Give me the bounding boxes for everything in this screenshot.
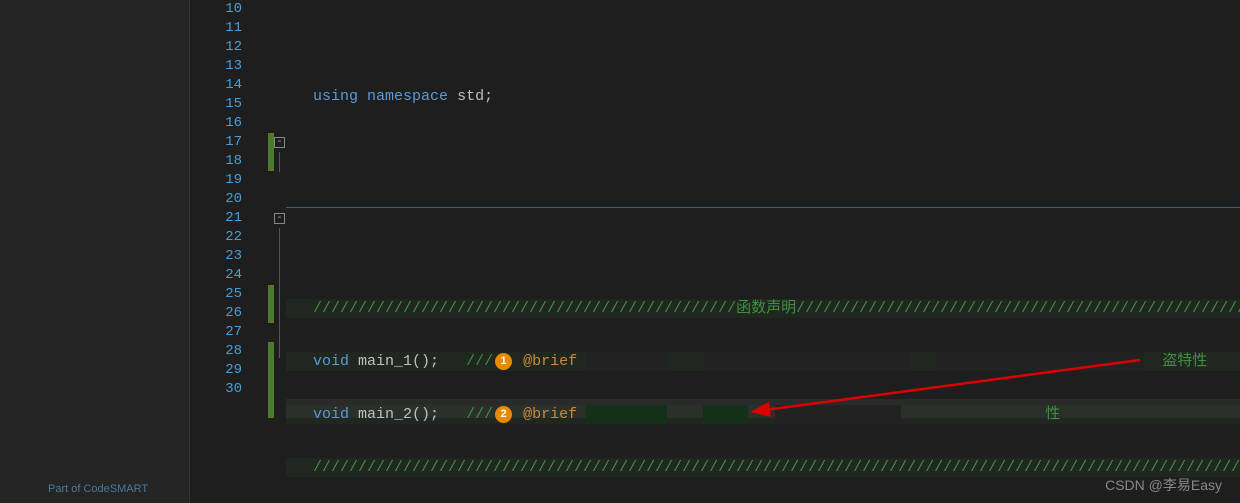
redacted-text: xxxxxxxxxxxxxxxxxxxxxxx bbox=[937, 352, 1144, 371]
sidebar-panel: Part of CodeSMART bbox=[0, 0, 190, 503]
redacted-text: xxxxxxxxx bbox=[586, 352, 667, 371]
line-number: 30 bbox=[190, 380, 252, 399]
fold-guide bbox=[279, 152, 280, 172]
comment-label: 函数声明 bbox=[736, 300, 796, 317]
code-line[interactable]: void main_1(); ///1 @brief xxxxxxxxx xxx… bbox=[286, 352, 1240, 371]
code-line[interactable] bbox=[286, 34, 1240, 53]
comment: /// bbox=[466, 406, 493, 423]
comment-trail: 盗特性 bbox=[1162, 353, 1207, 370]
line-gutter: 10 11 12 13 14 15 16 17 18 19 20 21 22 2… bbox=[190, 0, 252, 503]
fold-toggle-icon[interactable]: - bbox=[274, 213, 285, 224]
code-line[interactable]: ////////////////////////////////////////… bbox=[286, 299, 1240, 318]
keyword: using bbox=[313, 88, 358, 105]
redacted-text: xxxxxxxxxxxxxxxxxxxxxxx bbox=[703, 352, 910, 371]
comment: ////////////////////////////////////////… bbox=[313, 300, 736, 317]
redacted-text: xxxxxxxxx bbox=[586, 405, 667, 424]
line-number: 28 bbox=[190, 342, 252, 361]
line-number: 26 bbox=[190, 304, 252, 323]
line-number: 27 bbox=[190, 323, 252, 342]
comment-trail: 性 bbox=[1045, 406, 1060, 423]
line-number: 10 bbox=[190, 0, 252, 19]
line-number: 23 bbox=[190, 247, 252, 266]
code-line[interactable]: ////////////////////////////////////////… bbox=[286, 458, 1240, 477]
line-number: 12 bbox=[190, 38, 252, 57]
line-number: 25 bbox=[190, 285, 252, 304]
line-number: 20 bbox=[190, 190, 252, 209]
sidebar-footer-label: Part of CodeSMART bbox=[48, 483, 148, 495]
doc-tag: @brief bbox=[523, 406, 577, 423]
comment: ////////////////////////////////////////… bbox=[796, 300, 1240, 317]
line-number: 21 bbox=[190, 209, 252, 228]
line-number: 11 bbox=[190, 19, 252, 38]
code-line[interactable] bbox=[286, 193, 1240, 212]
fold-guide bbox=[279, 228, 280, 358]
comment: /// bbox=[466, 353, 493, 370]
function-decl: main_2(); bbox=[358, 406, 439, 423]
function-decl: main_1(); bbox=[358, 353, 439, 370]
code-line[interactable]: void main_2(); ///2 @brief xxxxxxxxx xxx… bbox=[286, 405, 1240, 424]
keyword: void bbox=[313, 353, 349, 370]
comment: ////////////////////////////////////////… bbox=[313, 459, 1240, 476]
line-number: 15 bbox=[190, 95, 252, 114]
fold-column: - - bbox=[252, 0, 286, 503]
doc-tag: @brief bbox=[523, 353, 577, 370]
code-editor[interactable]: 10 11 12 13 14 15 16 17 18 19 20 21 22 2… bbox=[190, 0, 1240, 503]
line-number: 13 bbox=[190, 57, 252, 76]
code-line[interactable] bbox=[286, 140, 1240, 159]
line-number: 16 bbox=[190, 114, 252, 133]
code-area[interactable]: using namespace std; ///////////////////… bbox=[286, 0, 1240, 503]
line-number: 24 bbox=[190, 266, 252, 285]
code-line[interactable] bbox=[286, 246, 1240, 265]
redacted-text: xxxxx bbox=[703, 405, 748, 424]
line-number: 14 bbox=[190, 76, 252, 95]
badge-number: 1 bbox=[495, 353, 512, 370]
watermark-label: CSDN @李易Easy bbox=[1105, 475, 1222, 495]
line-number: 22 bbox=[190, 228, 252, 247]
keyword: namespace bbox=[367, 88, 448, 105]
line-number: 18 bbox=[190, 152, 252, 171]
line-number: 19 bbox=[190, 171, 252, 190]
badge-number: 2 bbox=[495, 406, 512, 423]
redacted-text: xxxxxxxxxxxxxx bbox=[775, 405, 901, 424]
line-number: 17 bbox=[190, 133, 252, 152]
keyword: void bbox=[313, 406, 349, 423]
code-line[interactable]: using namespace std; bbox=[286, 87, 1240, 106]
identifier: std; bbox=[457, 88, 493, 105]
fold-toggle-icon[interactable]: - bbox=[274, 137, 285, 148]
line-number: 29 bbox=[190, 361, 252, 380]
